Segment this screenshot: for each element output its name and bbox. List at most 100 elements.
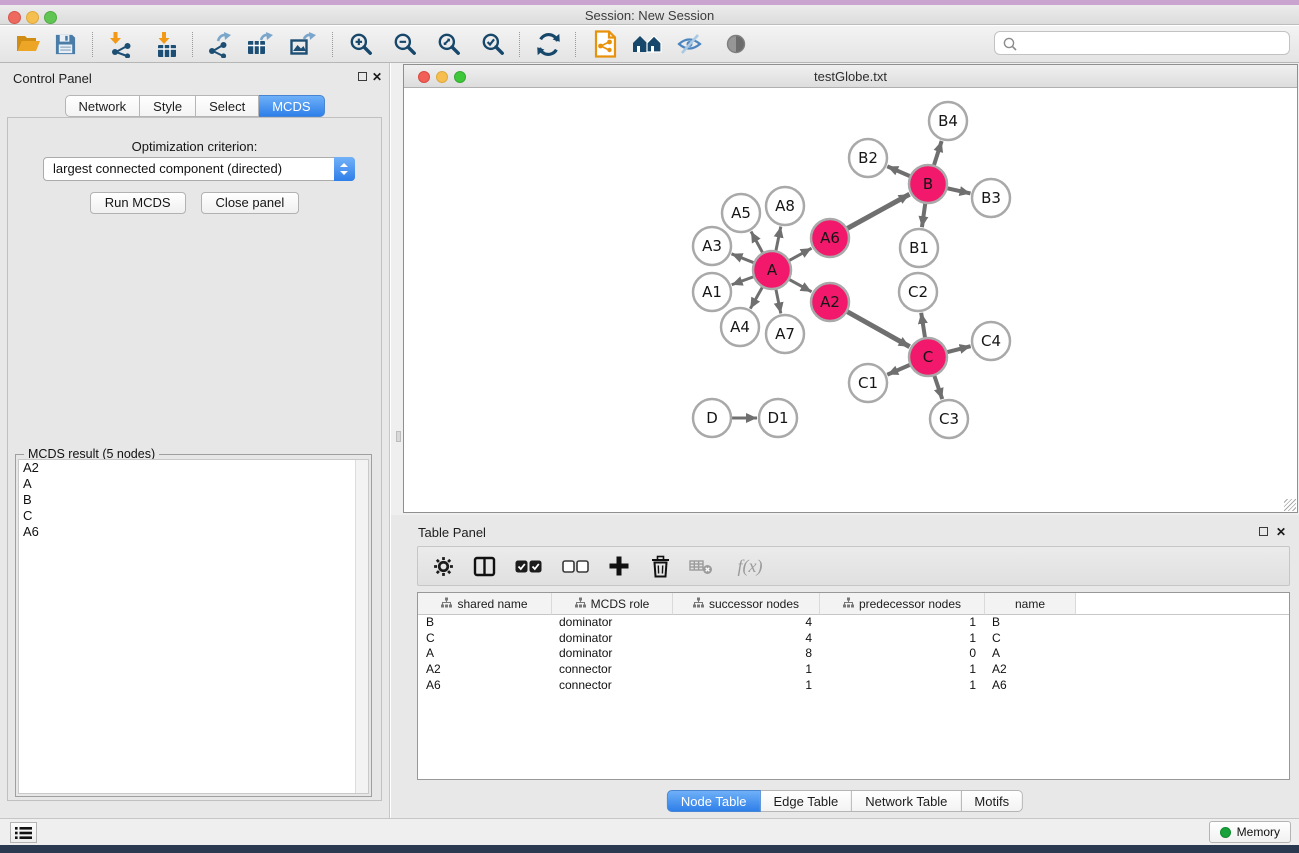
cell-successor-nodes[interactable]: 4 xyxy=(673,615,820,631)
column-header-MCDS-role[interactable]: MCDS role xyxy=(552,593,673,615)
refresh-view-icon[interactable] xyxy=(531,29,565,59)
table-row[interactable]: Bdominator41B xyxy=(418,615,1289,631)
result-item-A6[interactable]: A6 xyxy=(19,524,368,540)
cell-name[interactable]: A xyxy=(985,646,1076,662)
close-table-panel-icon[interactable]: ✕ xyxy=(1276,527,1286,537)
select-stepper-icon xyxy=(334,157,355,181)
show-hide-eye-icon[interactable] xyxy=(719,29,753,59)
cell-successor-nodes[interactable]: 4 xyxy=(673,631,820,647)
table-row[interactable]: A2connector11A2 xyxy=(418,662,1289,678)
run-mcds-button[interactable]: Run MCDS xyxy=(90,192,186,214)
zoom-out-icon[interactable] xyxy=(388,29,422,59)
cell-MCDS-role[interactable]: connector xyxy=(552,662,673,678)
column-header-successor-nodes[interactable]: successor nodes xyxy=(673,593,820,615)
result-item-C[interactable]: C xyxy=(19,508,368,524)
window-titlebar[interactable]: Session: New Session xyxy=(0,5,1299,25)
cell-predecessor-nodes[interactable]: 1 xyxy=(820,662,985,678)
split-view-columns-icon[interactable] xyxy=(472,553,496,579)
tab-network-table[interactable]: Network Table xyxy=(852,790,961,812)
cell-name[interactable]: A2 xyxy=(985,662,1076,678)
function-builder-icon[interactable]: f(x) xyxy=(730,553,770,579)
cell-shared-name[interactable]: C xyxy=(418,631,552,647)
select-all-checkboxes-icon[interactable] xyxy=(513,553,543,579)
export-image-icon[interactable] xyxy=(285,29,319,59)
cell-shared-name[interactable]: A6 xyxy=(418,678,552,694)
tab-node-table[interactable]: Node Table xyxy=(667,790,761,812)
cell-successor-nodes[interactable]: 8 xyxy=(673,646,820,662)
save-session-icon[interactable] xyxy=(48,29,82,59)
desktop-background-bottom xyxy=(0,845,1299,853)
cell-predecessor-nodes[interactable]: 0 xyxy=(820,646,985,662)
settings-gear-icon[interactable] xyxy=(431,553,455,579)
open-file-icon[interactable] xyxy=(11,29,45,59)
cell-shared-name[interactable]: A2 xyxy=(418,662,552,678)
network-graph[interactable]: B4B2BB3A8A5A6A3B1AA1C2A2A4A7C4CC1C3DD1 xyxy=(404,88,1297,512)
result-item-B[interactable]: B xyxy=(19,492,368,508)
task-history-button[interactable] xyxy=(10,822,37,843)
graph-node-label-C4: C4 xyxy=(981,332,1001,350)
column-header-shared-name[interactable]: shared name xyxy=(418,593,552,615)
table-row[interactable]: Cdominator41C xyxy=(418,631,1289,647)
zoom-selected-icon[interactable] xyxy=(476,29,510,59)
home-view-icon[interactable] xyxy=(630,29,664,59)
cell-MCDS-role[interactable]: connector xyxy=(552,678,673,694)
toggle-graphics-details-icon[interactable] xyxy=(673,29,707,59)
cell-name[interactable]: B xyxy=(985,615,1076,631)
cell-predecessor-nodes[interactable]: 1 xyxy=(820,615,985,631)
column-header-predecessor-nodes[interactable]: predecessor nodes xyxy=(820,593,985,615)
float-panel-icon[interactable] xyxy=(358,72,367,81)
zoom-fit-icon[interactable] xyxy=(432,29,466,59)
import-table-icon[interactable] xyxy=(149,29,183,59)
network-from-document-icon[interactable] xyxy=(588,29,622,59)
cell-successor-nodes[interactable]: 1 xyxy=(673,678,820,694)
add-column-icon[interactable] xyxy=(607,553,631,579)
cell-shared-name[interactable]: A xyxy=(418,646,552,662)
import-network-icon[interactable] xyxy=(103,29,137,59)
network-window-titlebar[interactable]: testGlobe.txt xyxy=(404,65,1297,88)
delete-table-icon[interactable] xyxy=(689,553,713,579)
close-panel-button[interactable]: Close panel xyxy=(201,192,300,214)
tab-edge-table[interactable]: Edge Table xyxy=(760,790,852,812)
cell-name[interactable]: A6 xyxy=(985,678,1076,694)
splitter-handle[interactable] xyxy=(396,431,401,442)
memory-button[interactable]: Memory xyxy=(1209,821,1291,843)
tab-mcds[interactable]: MCDS xyxy=(259,95,324,117)
table-toolbar: f(x) xyxy=(417,546,1290,586)
table-row[interactable]: Adominator80A xyxy=(418,646,1289,662)
cell-predecessor-nodes[interactable]: 1 xyxy=(820,678,985,694)
cell-shared-name[interactable]: B xyxy=(418,615,552,631)
result-item-A2[interactable]: A2 xyxy=(19,460,368,476)
tab-select[interactable]: Select xyxy=(196,95,259,117)
delete-column-icon[interactable] xyxy=(648,553,672,579)
close-panel-icon[interactable]: ✕ xyxy=(372,72,382,82)
float-table-panel-icon[interactable] xyxy=(1259,527,1268,536)
optimization-criterion-select[interactable]: largest connected component (directed) xyxy=(43,157,355,181)
tab-network[interactable]: Network xyxy=(64,95,140,117)
cell-filler xyxy=(1076,615,1289,631)
cell-name[interactable]: C xyxy=(985,631,1076,647)
tab-style[interactable]: Style xyxy=(140,95,196,117)
graph-node-label-C1: C1 xyxy=(858,374,878,392)
result-scrollbar-track[interactable] xyxy=(355,460,368,793)
column-header-name[interactable]: name xyxy=(985,593,1076,615)
export-table-icon[interactable] xyxy=(242,29,276,59)
graph-node-label-C2: C2 xyxy=(908,283,928,301)
cell-MCDS-role[interactable]: dominator xyxy=(552,615,673,631)
result-item-A[interactable]: A xyxy=(19,476,368,492)
cell-MCDS-role[interactable]: dominator xyxy=(552,631,673,647)
table-row[interactable]: A6connector11A6 xyxy=(418,678,1289,694)
deselect-all-checkboxes-icon[interactable] xyxy=(560,553,590,579)
cell-successor-nodes[interactable]: 1 xyxy=(673,662,820,678)
zoom-in-icon[interactable] xyxy=(344,29,378,59)
export-network-icon[interactable] xyxy=(201,29,235,59)
search-input[interactable] xyxy=(1021,33,1281,53)
resize-grip-icon[interactable] xyxy=(1284,499,1296,511)
toolbar-search[interactable] xyxy=(994,31,1290,55)
column-tree-icon xyxy=(575,597,586,611)
cell-MCDS-role[interactable]: dominator xyxy=(552,646,673,662)
node-table[interactable]: shared nameMCDS rolesuccessor nodesprede… xyxy=(417,592,1290,780)
cell-predecessor-nodes[interactable]: 1 xyxy=(820,631,985,647)
mcds-result-list[interactable]: A2ABCA6 xyxy=(18,459,369,794)
tab-motifs[interactable]: Motifs xyxy=(961,790,1023,812)
graph-node-label-A8: A8 xyxy=(775,197,795,215)
